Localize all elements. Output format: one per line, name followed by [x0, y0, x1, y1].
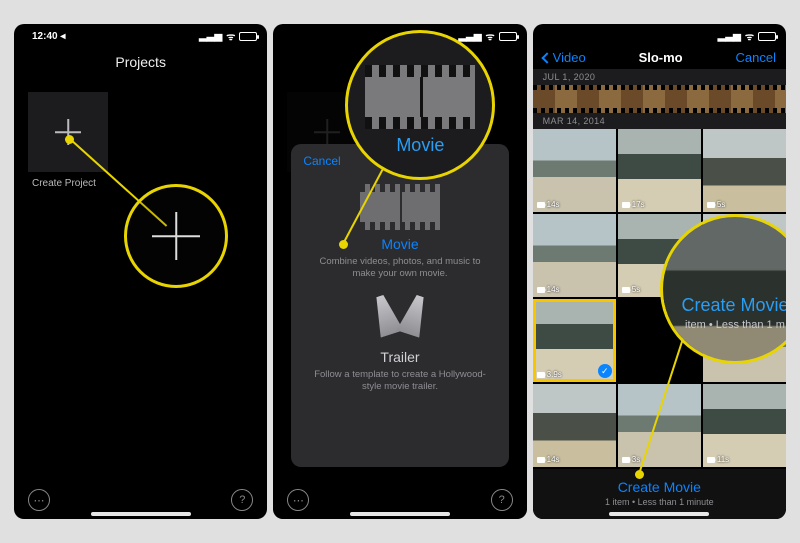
video-thumb[interactable]: 3s [618, 384, 701, 467]
more-icon: ⋯ [34, 494, 45, 507]
video-icon [622, 287, 630, 293]
video-thumb[interactable]: 5s [703, 129, 786, 212]
duration-label: 14s [547, 285, 560, 294]
back-label: Video [553, 50, 586, 65]
video-thumb[interactable]: 14s [533, 129, 616, 212]
option-trailer-title: Trailer [303, 349, 496, 365]
video-thumb[interactable]: 11s [703, 384, 786, 467]
status-bar: ▂▃▅ ᯤ [273, 24, 526, 44]
video-thumb[interactable]: 14s [533, 384, 616, 467]
duration-label: 3s [632, 455, 640, 464]
help-icon: ? [239, 494, 245, 506]
screen-media-picker: ▂▃▅ ᯤ Video Slo-mo Cancel JUL 1, 2020 MA… [533, 24, 786, 519]
nav-title: Slo-mo [639, 50, 683, 65]
status-time: 12:40 ◂ [32, 31, 65, 42]
battery-icon [239, 32, 257, 41]
video-icon [537, 202, 545, 208]
option-movie[interactable]: Movie Combine videos, photos, and music … [303, 184, 496, 281]
clip-strip[interactable] [533, 85, 786, 113]
status-indicators: ▂▃▅ ᯤ [199, 29, 257, 43]
video-icon [707, 457, 715, 463]
duration-label: 5s [717, 285, 725, 294]
wifi-icon: ᯤ [486, 29, 495, 43]
more-button[interactable]: ⋯ [28, 489, 50, 511]
help-button[interactable]: ? [491, 489, 513, 511]
video-icon [622, 457, 630, 463]
sheet-title: New [388, 154, 413, 168]
new-project-sheet: Cancel New Movie Combine videos, photos,… [291, 144, 508, 467]
video-icon [537, 372, 545, 378]
option-trailer-desc: Follow a template to create a Hollywood-… [311, 369, 488, 394]
video-icon [622, 202, 630, 208]
screen-new-project: ▂▃▅ ᯤ Cancel New Movie Combine videos, p… [273, 24, 526, 519]
status-indicators: ▂▃▅ ᯤ [458, 29, 516, 43]
cancel-button[interactable]: Cancel [736, 50, 776, 65]
duration-label: 3.9s [547, 370, 562, 379]
section-header: JUL 1, 2020 [533, 69, 786, 85]
chevron-left-icon [541, 52, 552, 63]
video-thumb[interactable]: 14s [533, 214, 616, 297]
duration-label: 17s [632, 200, 645, 209]
video-thumb[interactable]: 17s [618, 129, 701, 212]
wifi-icon: ᯤ [226, 29, 235, 43]
help-icon: ? [499, 494, 505, 506]
more-icon: ⋯ [293, 494, 304, 507]
signal-icon: ▂▃▅ [458, 31, 481, 42]
option-movie-title: Movie [303, 236, 496, 252]
signal-icon: ▂▃▅ [199, 31, 222, 42]
media-grid: 14s 17s 5s 14s 5s 5s 3.9s ✓ 14s 3s 11s [533, 129, 786, 467]
create-project-label: Create Project [32, 178, 267, 189]
option-trailer[interactable]: Trailer Follow a template to create a Ho… [303, 295, 496, 394]
home-indicator[interactable] [350, 512, 450, 516]
cancel-button[interactable]: Cancel [303, 154, 340, 168]
film-icon [360, 184, 440, 230]
duration-label: 11s [717, 455, 729, 464]
video-icon [537, 287, 545, 293]
nav-bar: Video Slo-mo Cancel [533, 44, 786, 69]
back-button[interactable]: Video [543, 50, 586, 65]
screen-projects: 12:40 ◂ ▂▃▅ ᯤ Projects Create Project ⋯ … [14, 24, 267, 519]
home-indicator[interactable] [91, 512, 191, 516]
check-icon: ✓ [598, 364, 612, 378]
spotlight-icon [370, 295, 430, 345]
page-title: Projects [14, 44, 267, 84]
duration-label: 14s [547, 200, 560, 209]
status-bar: ▂▃▅ ᯤ [533, 24, 786, 44]
video-thumb[interactable]: 5s [703, 214, 786, 297]
video-icon [707, 287, 715, 293]
create-movie-button[interactable]: Create Movie [533, 479, 786, 495]
create-project-tile[interactable] [28, 92, 108, 172]
selection-summary: 1 item • Less than 1 minute [533, 497, 786, 507]
status-bar: 12:40 ◂ ▂▃▅ ᯤ [14, 24, 267, 44]
wifi-icon: ᯤ [745, 29, 754, 43]
plus-icon [152, 212, 200, 260]
video-thumb-preview[interactable] [618, 299, 701, 382]
plus-icon [55, 119, 81, 145]
duration-label: 14s [547, 455, 560, 464]
section-header: MAR 14, 2014 [533, 113, 786, 129]
video-icon [707, 202, 715, 208]
home-indicator[interactable] [609, 512, 709, 516]
video-icon [537, 457, 545, 463]
option-movie-desc: Combine videos, photos, and music to mak… [311, 256, 488, 281]
duration-label: 5s [717, 200, 725, 209]
battery-icon [758, 32, 776, 41]
signal-icon: ▂▃▅ [718, 31, 741, 42]
callout-circle-plus [124, 184, 228, 288]
video-thumb[interactable] [703, 299, 786, 382]
duration-label: 5s [632, 285, 640, 294]
help-button[interactable]: ? [231, 489, 253, 511]
status-indicators: ▂▃▅ ᯤ [718, 29, 776, 43]
battery-icon [499, 32, 517, 41]
video-thumb[interactable]: 5s [618, 214, 701, 297]
more-button[interactable]: ⋯ [287, 489, 309, 511]
video-thumb-selected[interactable]: 3.9s ✓ [533, 299, 616, 382]
